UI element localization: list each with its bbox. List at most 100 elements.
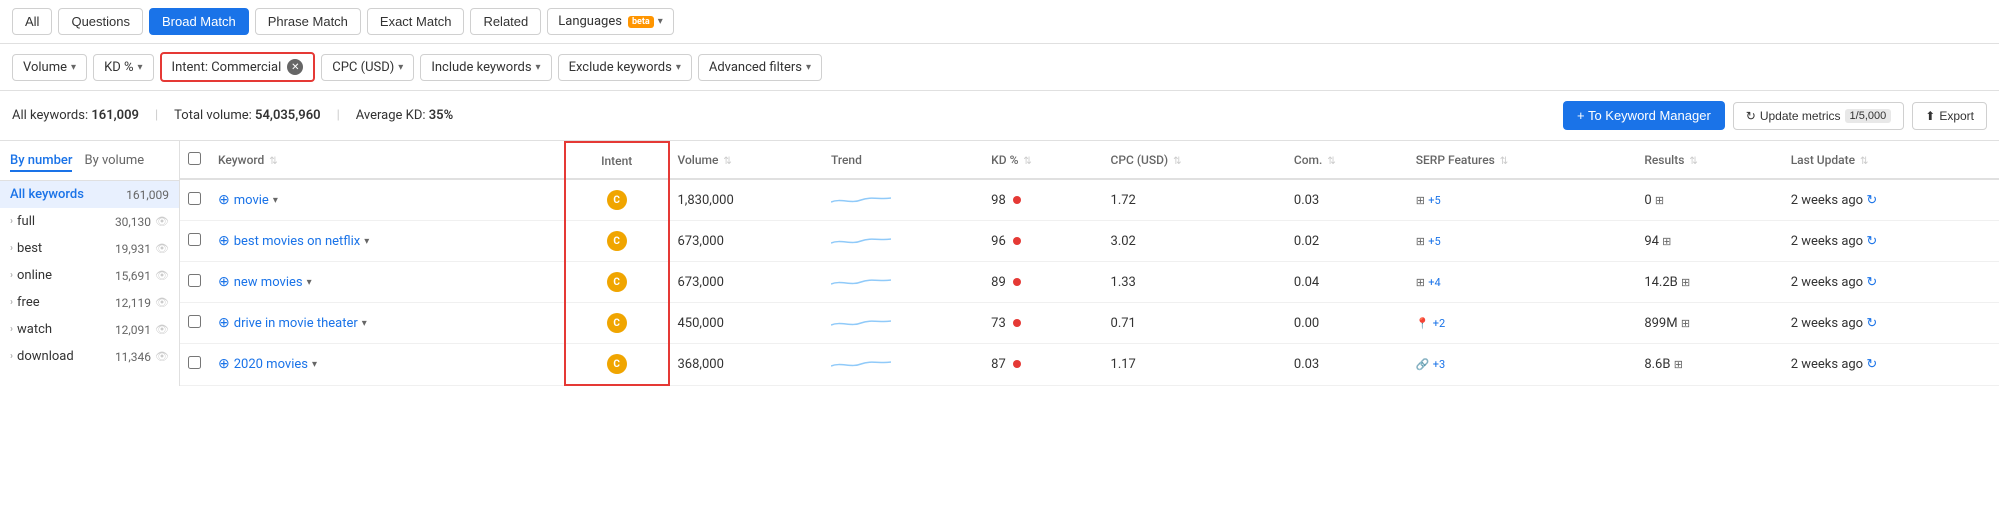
close-icon[interactable]: ✕ bbox=[287, 59, 303, 75]
tab-broad-match[interactable]: Broad Match bbox=[149, 8, 249, 35]
sidebar-count-best: 19,931 👁 bbox=[115, 242, 169, 256]
update-metrics-button[interactable]: ↻ Update metrics 1/5,000 bbox=[1733, 102, 1904, 130]
intent-filter[interactable]: Intent: Commercial ✕ bbox=[160, 52, 316, 82]
row-checkbox[interactable] bbox=[188, 356, 201, 369]
results-icon: ⊞ bbox=[1662, 235, 1671, 248]
languages-dropdown[interactable]: Languages beta ▾ bbox=[547, 8, 674, 35]
col-kd[interactable]: KD % ⇅ bbox=[983, 142, 1102, 179]
row-checkbox-cell[interactable] bbox=[180, 179, 210, 221]
chevron-down-icon: ▾ bbox=[138, 62, 143, 73]
row-last-update-cell: 2 weeks ago ↻ bbox=[1783, 303, 1999, 344]
results-icon: ⊞ bbox=[1655, 194, 1664, 207]
keyword-link[interactable]: ⊕ movie ▾ bbox=[218, 192, 556, 208]
include-keywords-filter[interactable]: Include keywords ▾ bbox=[420, 54, 551, 81]
select-all-header[interactable] bbox=[180, 142, 210, 179]
tab-related[interactable]: Related bbox=[470, 8, 541, 35]
col-serp[interactable]: SERP Features ⇅ bbox=[1408, 142, 1637, 179]
keyword-link[interactable]: ⊕ drive in movie theater ▾ bbox=[218, 315, 556, 331]
tab-all[interactable]: All bbox=[12, 8, 52, 35]
results-icon: ⊞ bbox=[1681, 317, 1690, 330]
tab-exact-match[interactable]: Exact Match bbox=[367, 8, 465, 35]
refresh-icon[interactable]: ↻ bbox=[1866, 275, 1877, 290]
exclude-keywords-filter[interactable]: Exclude keywords ▾ bbox=[558, 54, 692, 81]
cpc-value: 1.17 bbox=[1111, 357, 1136, 372]
keyword-link[interactable]: ⊕ 2020 movies ▾ bbox=[218, 356, 556, 372]
kd-dot-icon bbox=[1013, 278, 1021, 286]
last-update-value: 2 weeks ago bbox=[1791, 316, 1863, 331]
row-checkbox[interactable] bbox=[188, 233, 201, 246]
kd-label: KD % bbox=[104, 60, 133, 75]
refresh-icon[interactable]: ↻ bbox=[1866, 234, 1877, 249]
trend-chart bbox=[831, 313, 891, 333]
row-checkbox[interactable] bbox=[188, 192, 201, 205]
advanced-filters[interactable]: Advanced filters ▾ bbox=[698, 54, 822, 81]
eye-icon[interactable]: 👁 bbox=[155, 269, 169, 282]
volume-value: 368,000 bbox=[678, 357, 724, 372]
keyword-link[interactable]: ⊕ new movies ▾ bbox=[218, 274, 556, 290]
dropdown-arrow-icon[interactable]: ▾ bbox=[312, 359, 317, 370]
sidebar-item-free[interactable]: › free 12,119 👁 bbox=[0, 289, 179, 316]
sidebar-count-online: 15,691 👁 bbox=[115, 269, 169, 283]
plus-icon: ⊕ bbox=[218, 315, 230, 331]
col-keyword[interactable]: Keyword ⇅ bbox=[210, 142, 565, 179]
volume-filter[interactable]: Volume ▾ bbox=[12, 54, 87, 81]
eye-icon[interactable]: 👁 bbox=[155, 242, 169, 255]
refresh-icon[interactable]: ↻ bbox=[1866, 316, 1877, 331]
kd-filter[interactable]: KD % ▾ bbox=[93, 54, 153, 81]
sidebar-item-best[interactable]: › best 19,931 👁 bbox=[0, 235, 179, 262]
select-all-checkbox[interactable] bbox=[188, 152, 201, 165]
sidebar-item-watch[interactable]: › watch 12,091 👁 bbox=[0, 316, 179, 343]
sidebar-item-all-keywords[interactable]: All keywords 161,009 bbox=[0, 181, 179, 208]
eye-icon[interactable]: 👁 bbox=[155, 350, 169, 363]
kd-value: 73 bbox=[991, 316, 1006, 331]
refresh-icon[interactable]: ↻ bbox=[1866, 193, 1877, 208]
eye-icon[interactable]: 👁 bbox=[155, 323, 169, 336]
chevron-down-icon: ▾ bbox=[676, 62, 681, 73]
keyword-link[interactable]: ⊕ best movies on netflix ▾ bbox=[218, 233, 556, 249]
row-checkbox[interactable] bbox=[188, 274, 201, 287]
row-com-cell: 0.02 bbox=[1286, 221, 1408, 262]
col-results[interactable]: Results ⇅ bbox=[1636, 142, 1782, 179]
tab-phrase-match[interactable]: Phrase Match bbox=[255, 8, 361, 35]
dropdown-arrow-icon[interactable]: ▾ bbox=[364, 236, 369, 247]
keyword-text: drive in movie theater bbox=[234, 316, 358, 331]
cpc-filter[interactable]: CPC (USD) ▾ bbox=[321, 54, 414, 81]
sidebar-item-full[interactable]: › full 30,130 👁 bbox=[0, 208, 179, 235]
sidebar-tab-by-volume[interactable]: By volume bbox=[84, 153, 144, 172]
trend-chart bbox=[831, 231, 891, 251]
row-trend-cell bbox=[823, 179, 983, 221]
kd-value: 96 bbox=[991, 234, 1006, 249]
intent-badge: C bbox=[607, 272, 627, 292]
row-serp-cell: ⊞ +5 bbox=[1408, 179, 1637, 221]
eye-icon[interactable]: 👁 bbox=[155, 215, 169, 228]
col-volume[interactable]: Volume ⇅ bbox=[669, 142, 823, 179]
row-checkbox-cell[interactable] bbox=[180, 262, 210, 303]
row-intent-cell: C bbox=[565, 344, 669, 386]
col-cpc[interactable]: CPC (USD) ⇅ bbox=[1103, 142, 1286, 179]
row-checkbox-cell[interactable] bbox=[180, 344, 210, 386]
row-checkbox-cell[interactable] bbox=[180, 303, 210, 344]
export-button[interactable]: ⬆ Export bbox=[1912, 102, 1987, 130]
sidebar-item-online[interactable]: › online 15,691 👁 bbox=[0, 262, 179, 289]
col-trend[interactable]: Trend bbox=[823, 142, 983, 179]
row-checkbox-cell[interactable] bbox=[180, 221, 210, 262]
sidebar-item-download[interactable]: › download 11,346 👁 bbox=[0, 343, 179, 370]
row-checkbox[interactable] bbox=[188, 315, 201, 328]
sidebar-tab-by-number[interactable]: By number bbox=[10, 153, 72, 172]
tab-questions[interactable]: Questions bbox=[58, 8, 143, 35]
col-last-update[interactable]: Last Update ⇅ bbox=[1783, 142, 1999, 179]
dropdown-arrow-icon[interactable]: ▾ bbox=[307, 277, 312, 288]
refresh-icon[interactable]: ↻ bbox=[1866, 357, 1877, 372]
col-com[interactable]: Com. ⇅ bbox=[1286, 142, 1408, 179]
table-row: ⊕ 2020 movies ▾ C 368,000 87 1.17 0.03 🔗… bbox=[180, 344, 1999, 386]
keyword-manager-button[interactable]: + To Keyword Manager bbox=[1563, 101, 1725, 130]
cpc-value: 0.71 bbox=[1111, 316, 1136, 331]
row-volume-cell: 450,000 bbox=[669, 303, 823, 344]
col-intent[interactable]: Intent bbox=[565, 142, 669, 179]
eye-icon[interactable]: 👁 bbox=[155, 296, 169, 309]
sidebar-label-download: download bbox=[17, 349, 74, 364]
chevron-down-icon: ▾ bbox=[806, 62, 811, 73]
dropdown-arrow-icon[interactable]: ▾ bbox=[273, 195, 278, 206]
dropdown-arrow-icon[interactable]: ▾ bbox=[362, 318, 367, 329]
cpc-label: CPC (USD) bbox=[332, 60, 394, 75]
